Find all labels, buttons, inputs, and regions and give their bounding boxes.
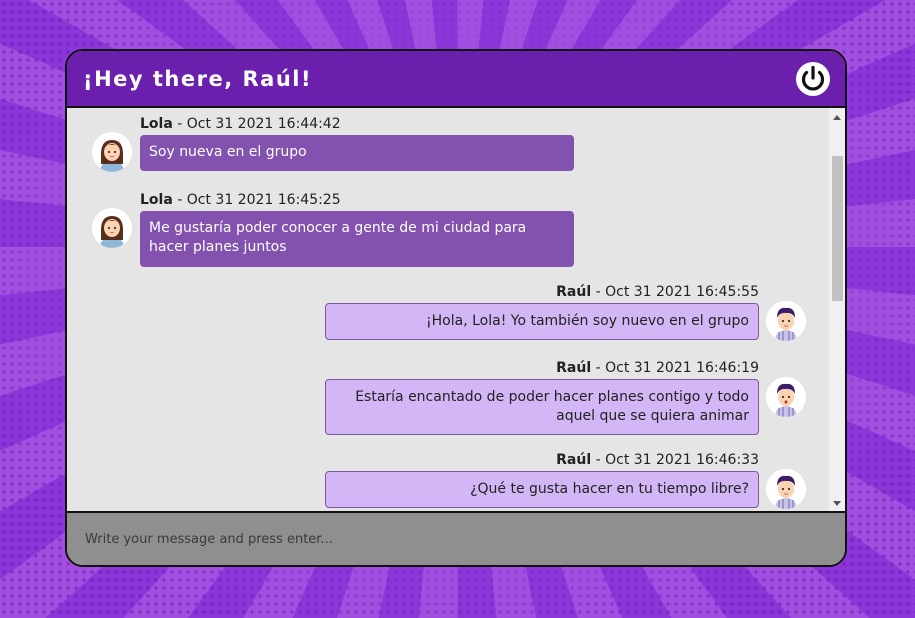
- message-scrollbar[interactable]: [829, 108, 845, 513]
- message-author: Raúl: [556, 360, 592, 376]
- scroll-up-arrow-icon[interactable]: [829, 110, 845, 124]
- message-meta: Raúl - Oct 31 2021 16:46:33: [325, 452, 759, 469]
- message-item: Lola - Oct 31 2021 16:44:42 Soy nueva en…: [140, 116, 574, 171]
- message-bubble: Me gustaría poder conocer a gente de mi …: [140, 211, 574, 267]
- chat-header: ¡Hey there, Raúl!: [67, 51, 845, 108]
- message-bubble: ¡Hola, Lola! Yo también soy nuevo en el …: [325, 303, 759, 340]
- message-timestamp: - Oct 31 2021 16:45:25: [172, 192, 341, 208]
- message-author: Raúl: [556, 452, 592, 468]
- message-author: Lola: [140, 116, 173, 132]
- message-item: Raúl - Oct 31 2021 16:46:33 ¿Qué te gust…: [325, 452, 759, 508]
- male-avatar: [766, 469, 806, 509]
- female-avatar: [92, 208, 132, 248]
- message-bubble: Soy nueva en el grupo: [140, 135, 574, 171]
- message-timestamp: - Oct 31 2021 16:46:33: [591, 452, 759, 468]
- message-timestamp: - Oct 31 2021 16:45:55: [591, 284, 759, 300]
- chat-window: ¡Hey there, Raúl! Lola - Oct 31 2021 16:…: [65, 49, 847, 567]
- message-item: Lola - Oct 31 2021 16:45:25 Me gustaría …: [140, 192, 574, 267]
- message-meta: Lola - Oct 31 2021 16:44:42: [140, 116, 574, 133]
- message-item: Raúl - Oct 31 2021 16:46:19 Estaría enca…: [325, 360, 759, 435]
- message-author: Raúl: [556, 284, 592, 300]
- scroll-thumb[interactable]: [832, 156, 843, 301]
- message-meta: Lola - Oct 31 2021 16:45:25: [140, 192, 574, 209]
- chat-title: ¡Hey there, Raúl!: [83, 66, 313, 91]
- male-avatar: [766, 377, 806, 417]
- scroll-down-arrow-icon[interactable]: [829, 497, 845, 511]
- message-input[interactable]: [83, 530, 787, 548]
- message-item: Raúl - Oct 31 2021 16:45:55 ¡Hola, Lola!…: [325, 284, 759, 340]
- female-avatar: [92, 132, 132, 172]
- message-meta: Raúl - Oct 31 2021 16:45:55: [325, 284, 759, 301]
- message-author: Lola: [140, 192, 173, 208]
- message-meta: Raúl - Oct 31 2021 16:46:19: [325, 360, 759, 377]
- power-icon[interactable]: [795, 61, 831, 97]
- message-list[interactable]: Lola - Oct 31 2021 16:44:42 Soy nueva en…: [67, 108, 831, 513]
- message-input-bar: [67, 511, 845, 565]
- message-bubble: Estaría encantado de poder hacer planes …: [325, 379, 759, 435]
- message-bubble: ¿Qué te gusta hacer en tu tiempo libre?: [325, 471, 759, 508]
- message-timestamp: - Oct 31 2021 16:46:19: [591, 360, 759, 376]
- male-avatar: [766, 301, 806, 341]
- message-timestamp: - Oct 31 2021 16:44:42: [172, 116, 341, 132]
